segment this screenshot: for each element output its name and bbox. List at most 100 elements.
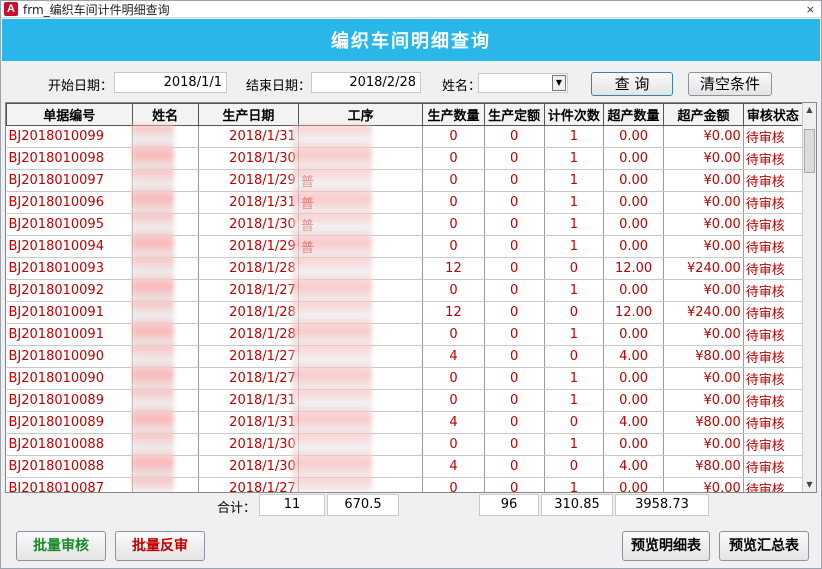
cell-over: 4.00 [603,411,665,434]
cell-date: 2018/1/29 [198,169,299,192]
start-date-field[interactable]: 2018/1/1 [114,72,227,93]
cell-date: 2018/1/31 [198,125,299,148]
clear-button[interactable]: 清空条件 [688,72,772,96]
cell-quota: 0 [484,345,545,368]
cell-status: 待审核 [743,367,804,390]
name-label: 姓名： [442,79,482,94]
cell-over: 0.00 [603,367,665,390]
cell-status: 待审核 [743,147,804,170]
table-row[interactable]: BJ20180100972018/1/29普0010.00¥0.00待审核 [6,169,804,192]
cell-quota: 0 [484,389,545,412]
column-header[interactable]: 审核状态 [742,103,804,126]
table-row[interactable]: BJ2018010087 2018/1/27 0 0 1 0.00 ¥0.00 待审核 [6,477,804,492]
column-header[interactable]: 计件次数 [543,103,604,126]
total-qty: 11 [259,494,325,516]
cell-times: 0 [544,301,604,324]
column-header[interactable]: 工序 [297,103,424,126]
cell-amount: ¥0.00 [663,389,744,412]
table-row[interactable]: BJ2018010090 2018/1/27 4 0 0 4.00 ¥80.00 待审核 [6,345,804,368]
scroll-up-icon[interactable]: ▲ [803,103,816,117]
table-row[interactable]: BJ20180100962018/1/31普0010.00¥0.00待审核 [6,191,804,214]
title-bar: A frm_编织车间计件明细查询 ⨯ [1,1,821,18]
cell-amount: ¥0.00 [663,191,744,214]
totals-label: 合计： [217,501,257,516]
cell-amount: ¥240.00 [663,257,744,280]
preview-summary-button[interactable]: 预览汇总表 [719,531,809,561]
table-row[interactable]: BJ2018010099 2018/1/31 0 0 1 0.00 ¥0.00 待审核 [6,125,804,148]
cell-id: BJ2018010094 [6,235,133,258]
cell-amount: ¥80.00 [663,411,744,434]
cell-id: BJ2018010096 [6,191,133,214]
table-row[interactable]: BJ2018010089 2018/1/31 0 0 1 0.00 ¥0.00 待审核 [6,389,804,412]
cell-id: BJ2018010099 [6,125,133,148]
table-row[interactable]: BJ2018010091 2018/1/28 0 0 1 0.00 ¥0.00 待审核 [6,323,804,346]
cell-amount: ¥0.00 [663,367,744,390]
preview-detail-button[interactable]: 预览明细表 [622,531,710,561]
cell-times: 1 [544,213,604,236]
query-button[interactable]: 查 询 [591,72,673,96]
table-row[interactable]: BJ2018010092 2018/1/27 0 0 1 0.00 ¥0.00 待审核 [6,279,804,302]
cell-quota: 0 [484,191,545,214]
cell-quota: 0 [484,323,545,346]
cell-times: 1 [544,125,604,148]
cell-date: 2018/1/30 [198,213,299,236]
cell-id: BJ2018010091 [6,301,133,324]
column-header[interactable]: 生产定额 [483,103,545,126]
detail-grid: 单据编号 姓名 生产日期 工序 生产数量 生产定额 计件次数 超产数量 超产金额 审核状态 BJ2… [5,102,817,493]
cell-qty: 4 [422,411,485,434]
name-select[interactable]: ▼ [478,73,568,93]
vertical-scrollbar[interactable]: ▲ ▼ [802,103,816,492]
table-row[interactable]: BJ2018010091 2018/1/28 12 0 0 12.00 ¥240.00 待审核 [6,301,804,324]
cell-qty: 0 [422,367,485,390]
cell-qty: 4 [422,455,485,478]
window-title: frm_编织车间计件明细查询 [23,2,170,17]
column-header[interactable]: 超产数量 [602,103,665,126]
cell-times: 0 [544,411,604,434]
start-date-label: 开始日期： [48,79,114,94]
batch-approve-button[interactable]: 批量审核 [16,531,106,561]
column-header[interactable]: 生产数量 [422,103,485,126]
cell-times: 1 [544,477,604,492]
end-date-field[interactable]: 2018/2/28 [311,72,421,93]
table-row[interactable]: BJ2018010089 2018/1/31 4 0 0 4.00 ¥80.00 待审核 [6,411,804,434]
column-header[interactable]: 生产日期 [197,103,299,126]
cell-times: 1 [544,433,604,456]
cell-id: BJ2018010088 [6,433,133,456]
table-row[interactable]: BJ20180100952018/1/30普0010.00¥0.00待审核 [6,213,804,236]
close-button[interactable]: ⨯ [806,1,815,18]
scrollbar-thumb[interactable] [804,129,815,173]
cell-date: 2018/1/27 [198,367,299,390]
cell-id: BJ2018010090 [6,345,133,368]
cell-id: BJ2018010089 [6,389,133,412]
cell-amount: ¥0.00 [663,125,744,148]
cell-status: 待审核 [743,389,804,412]
column-header[interactable]: 姓名 [131,103,199,126]
table-row[interactable]: BJ2018010088 2018/1/30 4 0 0 4.00 ¥80.00 待审核 [6,455,804,478]
table-row[interactable]: BJ2018010093 2018/1/28 12 0 0 12.00 ¥240.00 待审核 [6,257,804,280]
cell-amount: ¥0.00 [663,213,744,236]
cell-date: 2018/1/30 [198,433,299,456]
column-header[interactable]: 超产金额 [663,103,744,126]
cell-qty: 0 [422,323,485,346]
cell-id: BJ2018010088 [6,455,133,478]
scroll-down-icon[interactable]: ▼ [803,478,816,492]
cell-qty: 0 [422,169,485,192]
filter-bar: 开始日期： 2018/1/1 结束日期： 2018/2/28 姓名： ▼ 查 询… [1,69,821,99]
cell-qty: 0 [422,147,485,170]
cell-qty: 0 [422,213,485,236]
cell-over: 0.00 [603,191,665,214]
table-row[interactable]: BJ20180100942018/1/29普0010.00¥0.00待审核 [6,235,804,258]
table-row[interactable]: BJ2018010090 2018/1/27 0 0 1 0.00 ¥0.00 待审核 [6,367,804,390]
total-times: 96 [479,494,539,516]
chevron-down-icon[interactable]: ▼ [552,75,566,91]
cell-amount: ¥0.00 [663,433,744,456]
cell-date: 2018/1/29 [198,235,299,258]
column-header[interactable]: 单据编号 [6,103,133,126]
cell-over: 4.00 [603,345,665,368]
cell-quota: 0 [484,169,545,192]
batch-reject-button[interactable]: 批量反审 [115,531,205,561]
cell-id: BJ2018010089 [6,411,133,434]
table-row[interactable]: BJ2018010098 2018/1/30 0 0 1 0.00 ¥0.00 待审核 [6,147,804,170]
table-row[interactable]: BJ2018010088 2018/1/30 0 0 1 0.00 ¥0.00 待审核 [6,433,804,456]
end-date-label: 结束日期： [246,79,312,94]
